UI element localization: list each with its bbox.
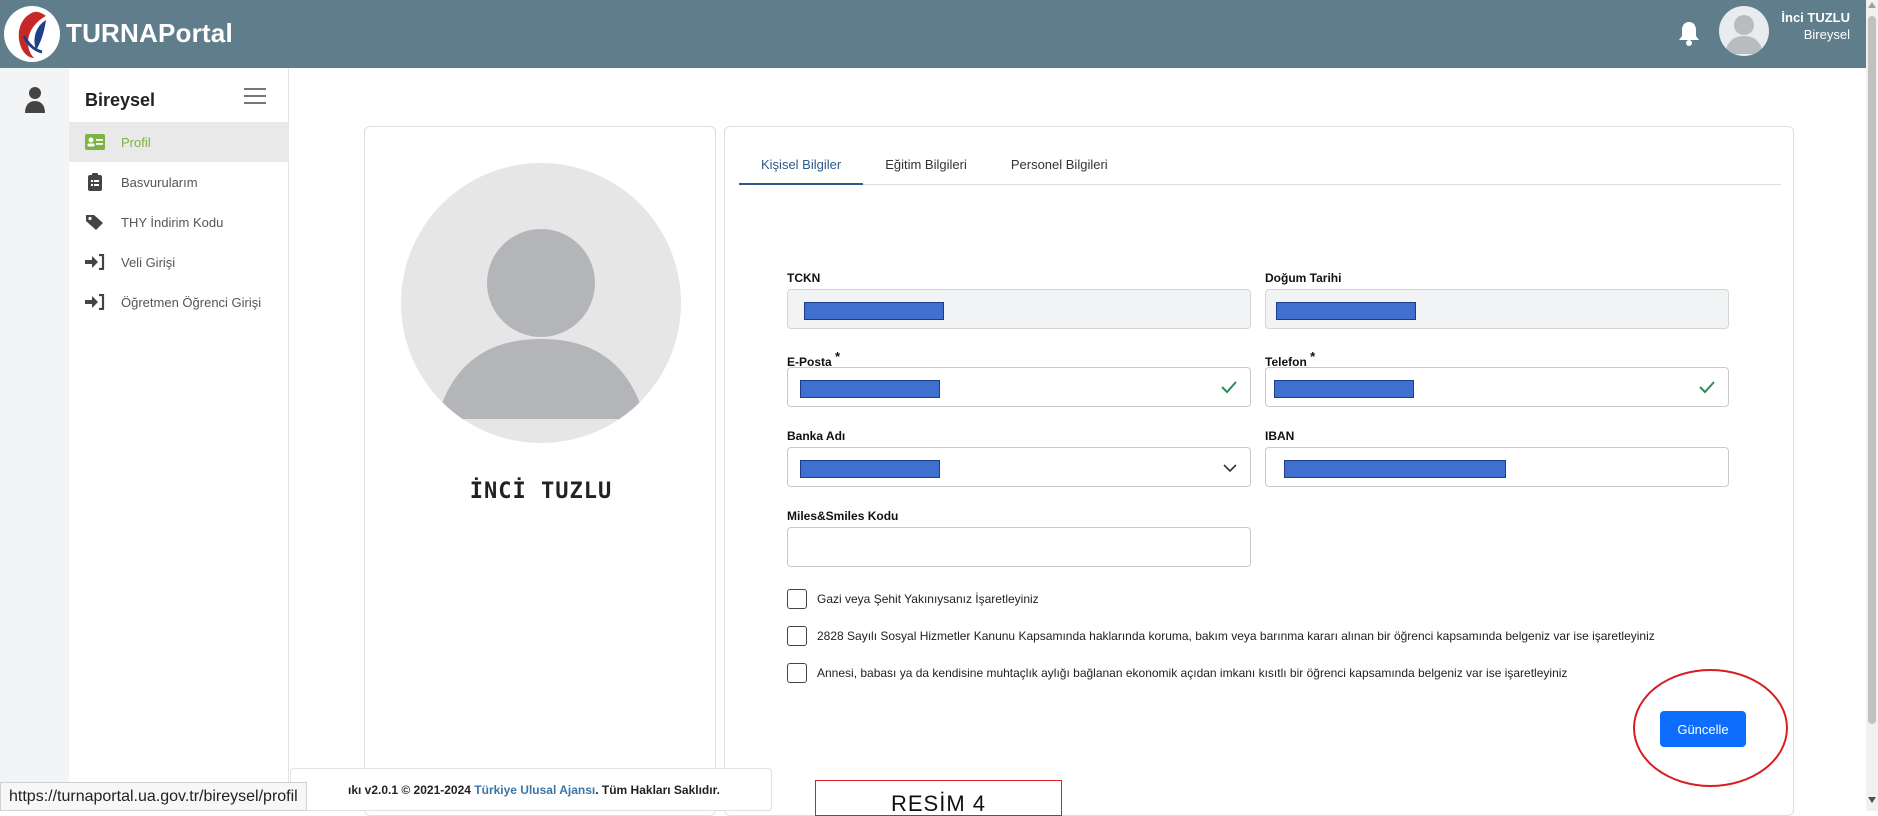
sidebar-item-label: Basvurularım [121, 174, 198, 190]
checkbox-label: Gazi veya Şehit Yakınıysanız İşaretleyin… [817, 592, 1039, 606]
checkbox-row: 2828 Sayılı Sosyal Hizmetler Kanunu Kaps… [787, 626, 1655, 646]
tckn-field[interactable] [787, 289, 1251, 329]
miles-smiles-label: Miles&Smiles Kodu [787, 509, 899, 523]
brand-title[interactable]: TURNAPortal [66, 18, 233, 49]
checkbox-label: 2828 Sayılı Sosyal Hizmetler Kanunu Kaps… [817, 629, 1655, 643]
side-rail [0, 68, 69, 811]
user-role: Bireysel [1803, 27, 1850, 42]
top-bar: TURNAPortal İnci TUZLU Bireysel [0, 0, 1866, 68]
profile-card: İNCİ TUZLU [364, 126, 716, 816]
footer: ıkı v2.0.1 © 2021-2024 Türkiye Ulusal Aj… [290, 768, 772, 811]
scroll-down-icon[interactable] [1868, 797, 1876, 803]
sidebar-title: Bireysel [85, 90, 156, 110]
telefon-label: Telefon * [1265, 349, 1316, 369]
iban-label: IBAN [1265, 429, 1295, 443]
hamburger-menu-icon[interactable] [244, 88, 266, 106]
sidebar-item-ogretmen-ogrenci-girisi[interactable]: Öğretmen Öğrenci Girişi [69, 282, 289, 322]
sidebar-nav: Profil Basvurularım THY İndirim Kodu Vel… [69, 122, 289, 322]
valid-check-icon [1699, 381, 1715, 394]
required-mark: * [835, 349, 841, 364]
tag-icon [85, 213, 105, 231]
footer-org-link[interactable]: Türkiye Ulusal Ajansı [474, 783, 595, 797]
page-scrollbar[interactable] [1866, 0, 1878, 811]
sidebar: Bireysel Profil Basvurularım THY İndirim… [69, 68, 289, 811]
tckn-label: TCKN [787, 271, 821, 285]
chevron-down-icon [1223, 464, 1237, 473]
sidebar-item-label: Veli Girişi [121, 254, 176, 270]
sidebar-item-label: Profil [121, 134, 151, 150]
redaction-mark [800, 380, 940, 398]
redaction-mark [1274, 380, 1414, 398]
iban-field[interactable] [1265, 447, 1729, 487]
redaction-mark [800, 460, 940, 478]
sidebar-item-profil[interactable]: Profil [69, 122, 289, 162]
telefon-field[interactable] [1265, 367, 1729, 407]
checkbox-row: Gazi veya Şehit Yakınıysanız İşaretleyin… [787, 589, 1039, 609]
tab-personel-bilgileri[interactable]: Personel Bilgileri [989, 149, 1130, 185]
miles-smiles-input[interactable] [787, 527, 1251, 567]
id-card-icon [85, 133, 105, 151]
user-menu[interactable]: İnci TUZLU Bireysel [1780, 10, 1850, 42]
footer-suffix: . Tüm Hakları Saklıdır. [595, 783, 720, 797]
eposta-field[interactable] [787, 367, 1251, 407]
checkbox-label: Annesi, babası ya da kendisine muhtaçlık… [817, 666, 1568, 680]
sidebar-item-thy-indirim-kodu[interactable]: THY İndirim Kodu [69, 202, 289, 242]
clipboard-list-icon [85, 173, 105, 191]
profile-name: İNCİ TUZLU [469, 479, 613, 504]
user-name: İnci TUZLU [1781, 10, 1850, 25]
footer-prefix: ıkı v2.0.1 © 2021-2024 [348, 783, 475, 797]
dogum-tarihi-label: Doğum Tarihi [1265, 271, 1342, 285]
guncelle-button[interactable]: Güncelle [1660, 711, 1746, 747]
eposta-label: E-Posta * [787, 349, 841, 369]
sign-in-icon [85, 293, 105, 311]
bell-icon[interactable] [1676, 19, 1702, 47]
banka-adi-select[interactable] [787, 447, 1251, 487]
status-url-tooltip: https://turnaportal.ua.gov.tr/bireysel/p… [0, 782, 307, 811]
user-icon[interactable] [24, 86, 46, 114]
scroll-thumb[interactable] [1868, 16, 1876, 724]
scroll-up-icon[interactable] [1868, 2, 1876, 8]
koruma-karari-checkbox[interactable] [787, 626, 807, 646]
checkbox-row: Annesi, babası ya da kendisine muhtaçlık… [787, 663, 1567, 683]
profile-avatar [401, 163, 681, 443]
profile-tabs: Kişisel Bilgiler Eğitim Bilgileri Person… [739, 149, 1781, 185]
gazi-sehit-checkbox[interactable] [787, 589, 807, 609]
sidebar-item-veli-girisi[interactable]: Veli Girişi [69, 242, 289, 282]
valid-check-icon [1221, 381, 1237, 394]
banka-adi-label: Banka Adı [787, 429, 846, 443]
turna-logo-icon[interactable] [4, 6, 60, 62]
sidebar-item-label: Öğretmen Öğrenci Girişi [121, 294, 262, 310]
user-avatar[interactable] [1719, 6, 1769, 56]
profile-form-card: Kişisel Bilgiler Eğitim Bilgileri Person… [724, 126, 1794, 816]
redaction-mark [1284, 460, 1506, 478]
redaction-mark [1276, 302, 1416, 320]
muhtaclik-ayligi-checkbox[interactable] [787, 663, 807, 683]
sidebar-item-basvurularim[interactable]: Basvurularım [69, 162, 289, 202]
sidebar-item-label: THY İndirim Kodu [121, 214, 224, 230]
tab-kisisel-bilgiler[interactable]: Kişisel Bilgiler [739, 149, 864, 185]
required-mark: * [1310, 349, 1316, 364]
tab-egitim-bilgileri[interactable]: Eğitim Bilgileri [863, 149, 989, 185]
dogum-tarihi-field[interactable] [1265, 289, 1729, 329]
redaction-mark [804, 302, 944, 320]
sign-in-icon [85, 253, 105, 271]
